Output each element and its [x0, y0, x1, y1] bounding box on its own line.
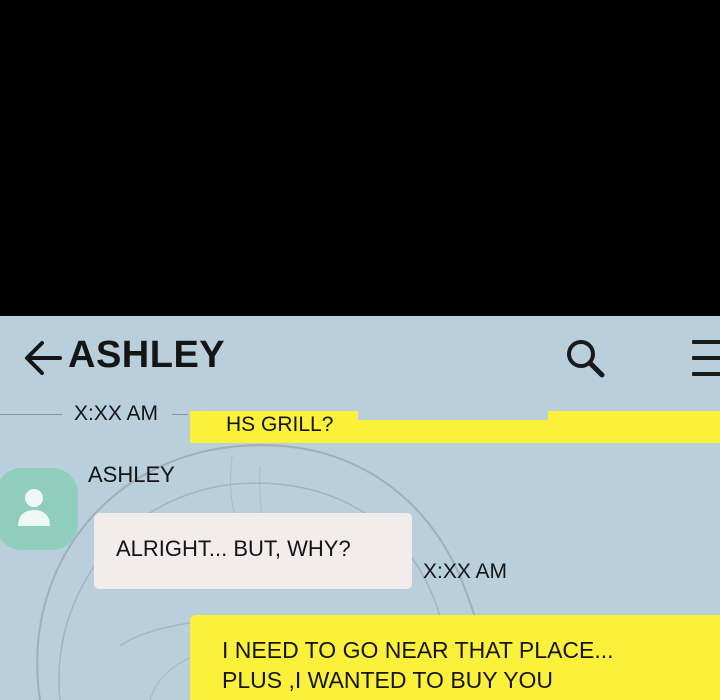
person-icon	[18, 489, 50, 526]
menu-button[interactable]	[688, 338, 720, 378]
message-timestamp: X:XX AM	[423, 560, 508, 583]
letterbox-area	[0, 0, 720, 316]
message-timestamp: X:XX AM	[74, 402, 159, 425]
divider-line	[0, 414, 62, 415]
outgoing-message-bubble[interactable]: HS GRILL?	[190, 411, 720, 443]
avatar[interactable]	[0, 468, 78, 550]
outgoing-message-bubble[interactable]: I NEED TO GO NEAR THAT PLACE... PLUS ,I …	[190, 615, 720, 700]
divider-line	[172, 414, 188, 415]
page: ASHLEY X:XX AM HS GRILL? ASHLEY ALRIGHT.…	[0, 0, 720, 700]
message-text: ALRIGHT... BUT, WHY?	[116, 536, 351, 561]
menu-icon	[692, 372, 720, 376]
chat-header: ASHLEY	[0, 316, 720, 396]
menu-icon	[692, 356, 720, 360]
contact-name: ASHLEY	[68, 334, 226, 376]
incoming-message-bubble[interactable]: ALRIGHT... BUT, WHY?	[94, 513, 412, 589]
message-text: HS GRILL?	[226, 413, 334, 436]
menu-icon	[692, 340, 720, 344]
message-text: I NEED TO GO NEAR THAT PLACE... PLUS ,I …	[222, 637, 614, 693]
sender-name: ASHLEY	[88, 462, 175, 487]
chat-screen: ASHLEY X:XX AM HS GRILL? ASHLEY ALRIGHT.…	[0, 316, 720, 700]
arrow-left-icon	[25, 341, 62, 375]
search-icon	[567, 340, 605, 378]
search-button[interactable]	[562, 336, 608, 382]
back-button[interactable]	[22, 338, 64, 378]
